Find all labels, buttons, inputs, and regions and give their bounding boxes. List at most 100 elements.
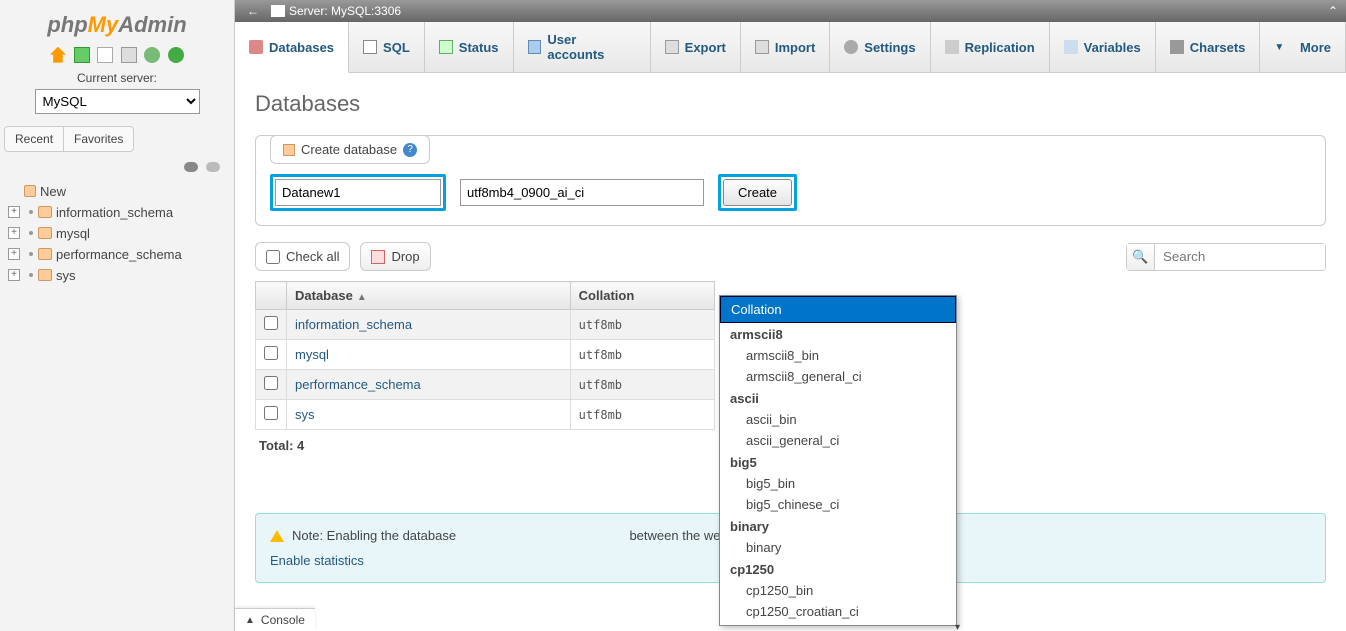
tree-collapse-controls <box>4 160 230 175</box>
database-table: Database▲ Collation information_schemaut… <box>255 281 715 430</box>
charsets-icon <box>1170 40 1184 54</box>
database-icon <box>38 269 52 281</box>
collation-option[interactable]: cp1250_bin <box>720 580 956 601</box>
row-checkbox[interactable] <box>264 376 278 390</box>
create-database-fieldset: Create database ? Create <box>255 135 1326 226</box>
collation-group: ascii <box>720 387 956 409</box>
logo[interactable]: phpMyAdmin <box>4 12 230 38</box>
dbname-highlight <box>270 174 446 211</box>
tab-status[interactable]: Status <box>425 22 514 72</box>
tab-export[interactable]: Export <box>651 22 741 72</box>
docs-icon[interactable] <box>121 47 137 63</box>
server-icon <box>271 5 285 17</box>
tree-item[interactable]: + performance_schema <box>8 244 230 265</box>
users-icon <box>528 40 542 54</box>
collation-option[interactable]: ascii_bin <box>720 409 956 430</box>
collapse-top-icon[interactable]: ⌃ <box>1328 4 1338 18</box>
home-icon[interactable] <box>50 47 66 63</box>
collation-option[interactable]: cp1250_croatian_ci <box>720 601 956 622</box>
collation-group: big5 <box>720 451 956 473</box>
collation-option[interactable]: binary <box>720 537 956 558</box>
db-link[interactable]: information_schema <box>295 317 412 332</box>
db-link[interactable]: sys <box>295 407 315 422</box>
tab-import[interactable]: Import <box>741 22 830 72</box>
tab-recent[interactable]: Recent <box>4 126 64 152</box>
collation-option[interactable]: ascii_general_ci <box>720 430 956 451</box>
collation-option[interactable]: big5_chinese_ci <box>720 494 956 515</box>
import-icon <box>755 40 769 54</box>
tree-new[interactable]: New <box>8 181 230 202</box>
content: Databases Create database ? Create <box>235 73 1346 631</box>
db-link[interactable]: performance_schema <box>295 377 421 392</box>
tab-user-accounts[interactable]: User accounts <box>514 22 651 72</box>
help-icon[interactable]: ? <box>403 143 417 157</box>
new-db-icon <box>24 185 36 197</box>
expand-icon[interactable]: + <box>8 269 20 281</box>
tree-item[interactable]: + mysql <box>8 223 230 244</box>
check-all-checkbox[interactable] <box>266 250 280 264</box>
tree-db-label: information_schema <box>56 205 173 220</box>
tab-more[interactable]: ▼ More <box>1260 22 1346 72</box>
logo-php: php <box>47 12 87 37</box>
tab-charsets[interactable]: Charsets <box>1156 22 1261 72</box>
dbname-input[interactable] <box>275 179 441 206</box>
main: ← Server: MySQL:3306 ⌃ Databases SQL Sta… <box>235 0 1346 631</box>
page-title: Databases <box>255 91 1326 117</box>
expand-icon[interactable]: + <box>8 206 20 218</box>
row-collation: utf8mb <box>570 400 714 430</box>
db-tree: New + information_schema + mysql + perfo… <box>4 181 230 286</box>
row-checkbox[interactable] <box>264 346 278 360</box>
row-collation: utf8mb <box>570 370 714 400</box>
status-icon <box>439 40 453 54</box>
collation-option[interactable]: armscii8_bin <box>720 345 956 366</box>
server-select[interactable]: MySQL <box>35 89 200 114</box>
database-icon <box>38 227 52 239</box>
tab-favorites[interactable]: Favorites <box>64 126 134 152</box>
search-icon[interactable]: 🔍 <box>1127 244 1155 270</box>
expand-icon[interactable]: + <box>8 248 20 260</box>
server-breadcrumb[interactable]: Server: MySQL:3306 <box>289 4 401 18</box>
collation-option[interactable]: cp1250_czech_cs <box>720 622 956 625</box>
dropdown-chevron-icon[interactable]: ▾ <box>955 622 960 631</box>
current-server-label: Current server: <box>4 71 230 85</box>
back-icon[interactable]: ← <box>243 4 263 18</box>
settings-tab-icon <box>844 40 858 54</box>
collation-option[interactable]: armscii8_general_ci <box>720 366 956 387</box>
actions-row: Check all Drop 🔍 <box>255 242 1326 271</box>
tree-item[interactable]: + information_schema <box>8 202 230 223</box>
create-button[interactable]: Create <box>723 179 792 206</box>
tab-replication[interactable]: Replication <box>931 22 1050 72</box>
check-all-label: Check all <box>286 249 339 264</box>
search-input[interactable] <box>1155 244 1325 269</box>
tree-item[interactable]: + sys <box>8 265 230 286</box>
tab-sql[interactable]: SQL <box>349 22 425 72</box>
sql-icon[interactable] <box>97 47 113 63</box>
tab-databases[interactable]: Databases <box>235 22 349 73</box>
table-row: performance_schema utf8mb <box>256 370 715 400</box>
table-row: information_schemautf8mb <box>256 310 715 340</box>
reload-icon[interactable] <box>168 47 184 63</box>
row-checkbox[interactable] <box>264 406 278 420</box>
th-collation[interactable]: Collation <box>570 282 714 310</box>
settings-icon[interactable] <box>144 47 160 63</box>
drop-button[interactable]: Drop <box>360 242 430 271</box>
tab-settings[interactable]: Settings <box>830 22 930 72</box>
check-all[interactable]: Check all <box>255 242 350 271</box>
tab-variables[interactable]: Variables <box>1050 22 1156 72</box>
th-database[interactable]: Database▲ <box>287 282 571 310</box>
logout-icon[interactable] <box>74 47 90 63</box>
create-database-legend: Create database ? <box>270 135 430 164</box>
drop-label: Drop <box>391 249 419 264</box>
row-checkbox[interactable] <box>264 316 278 330</box>
collapse-icon[interactable] <box>184 162 198 172</box>
link-icon[interactable] <box>206 162 220 172</box>
collation-dropdown-header[interactable]: Collation <box>720 296 956 323</box>
expand-icon[interactable]: + <box>8 227 20 239</box>
db-link[interactable]: mysql <box>295 347 329 362</box>
console-bar[interactable]: ▲ Console <box>235 608 315 631</box>
enable-statistics-link[interactable]: Enable statistics <box>270 553 364 568</box>
table-row: mysqlutf8mb <box>256 340 715 370</box>
collation-select[interactable] <box>460 179 704 206</box>
tree-db-label: sys <box>56 268 76 283</box>
collation-option[interactable]: big5_bin <box>720 473 956 494</box>
